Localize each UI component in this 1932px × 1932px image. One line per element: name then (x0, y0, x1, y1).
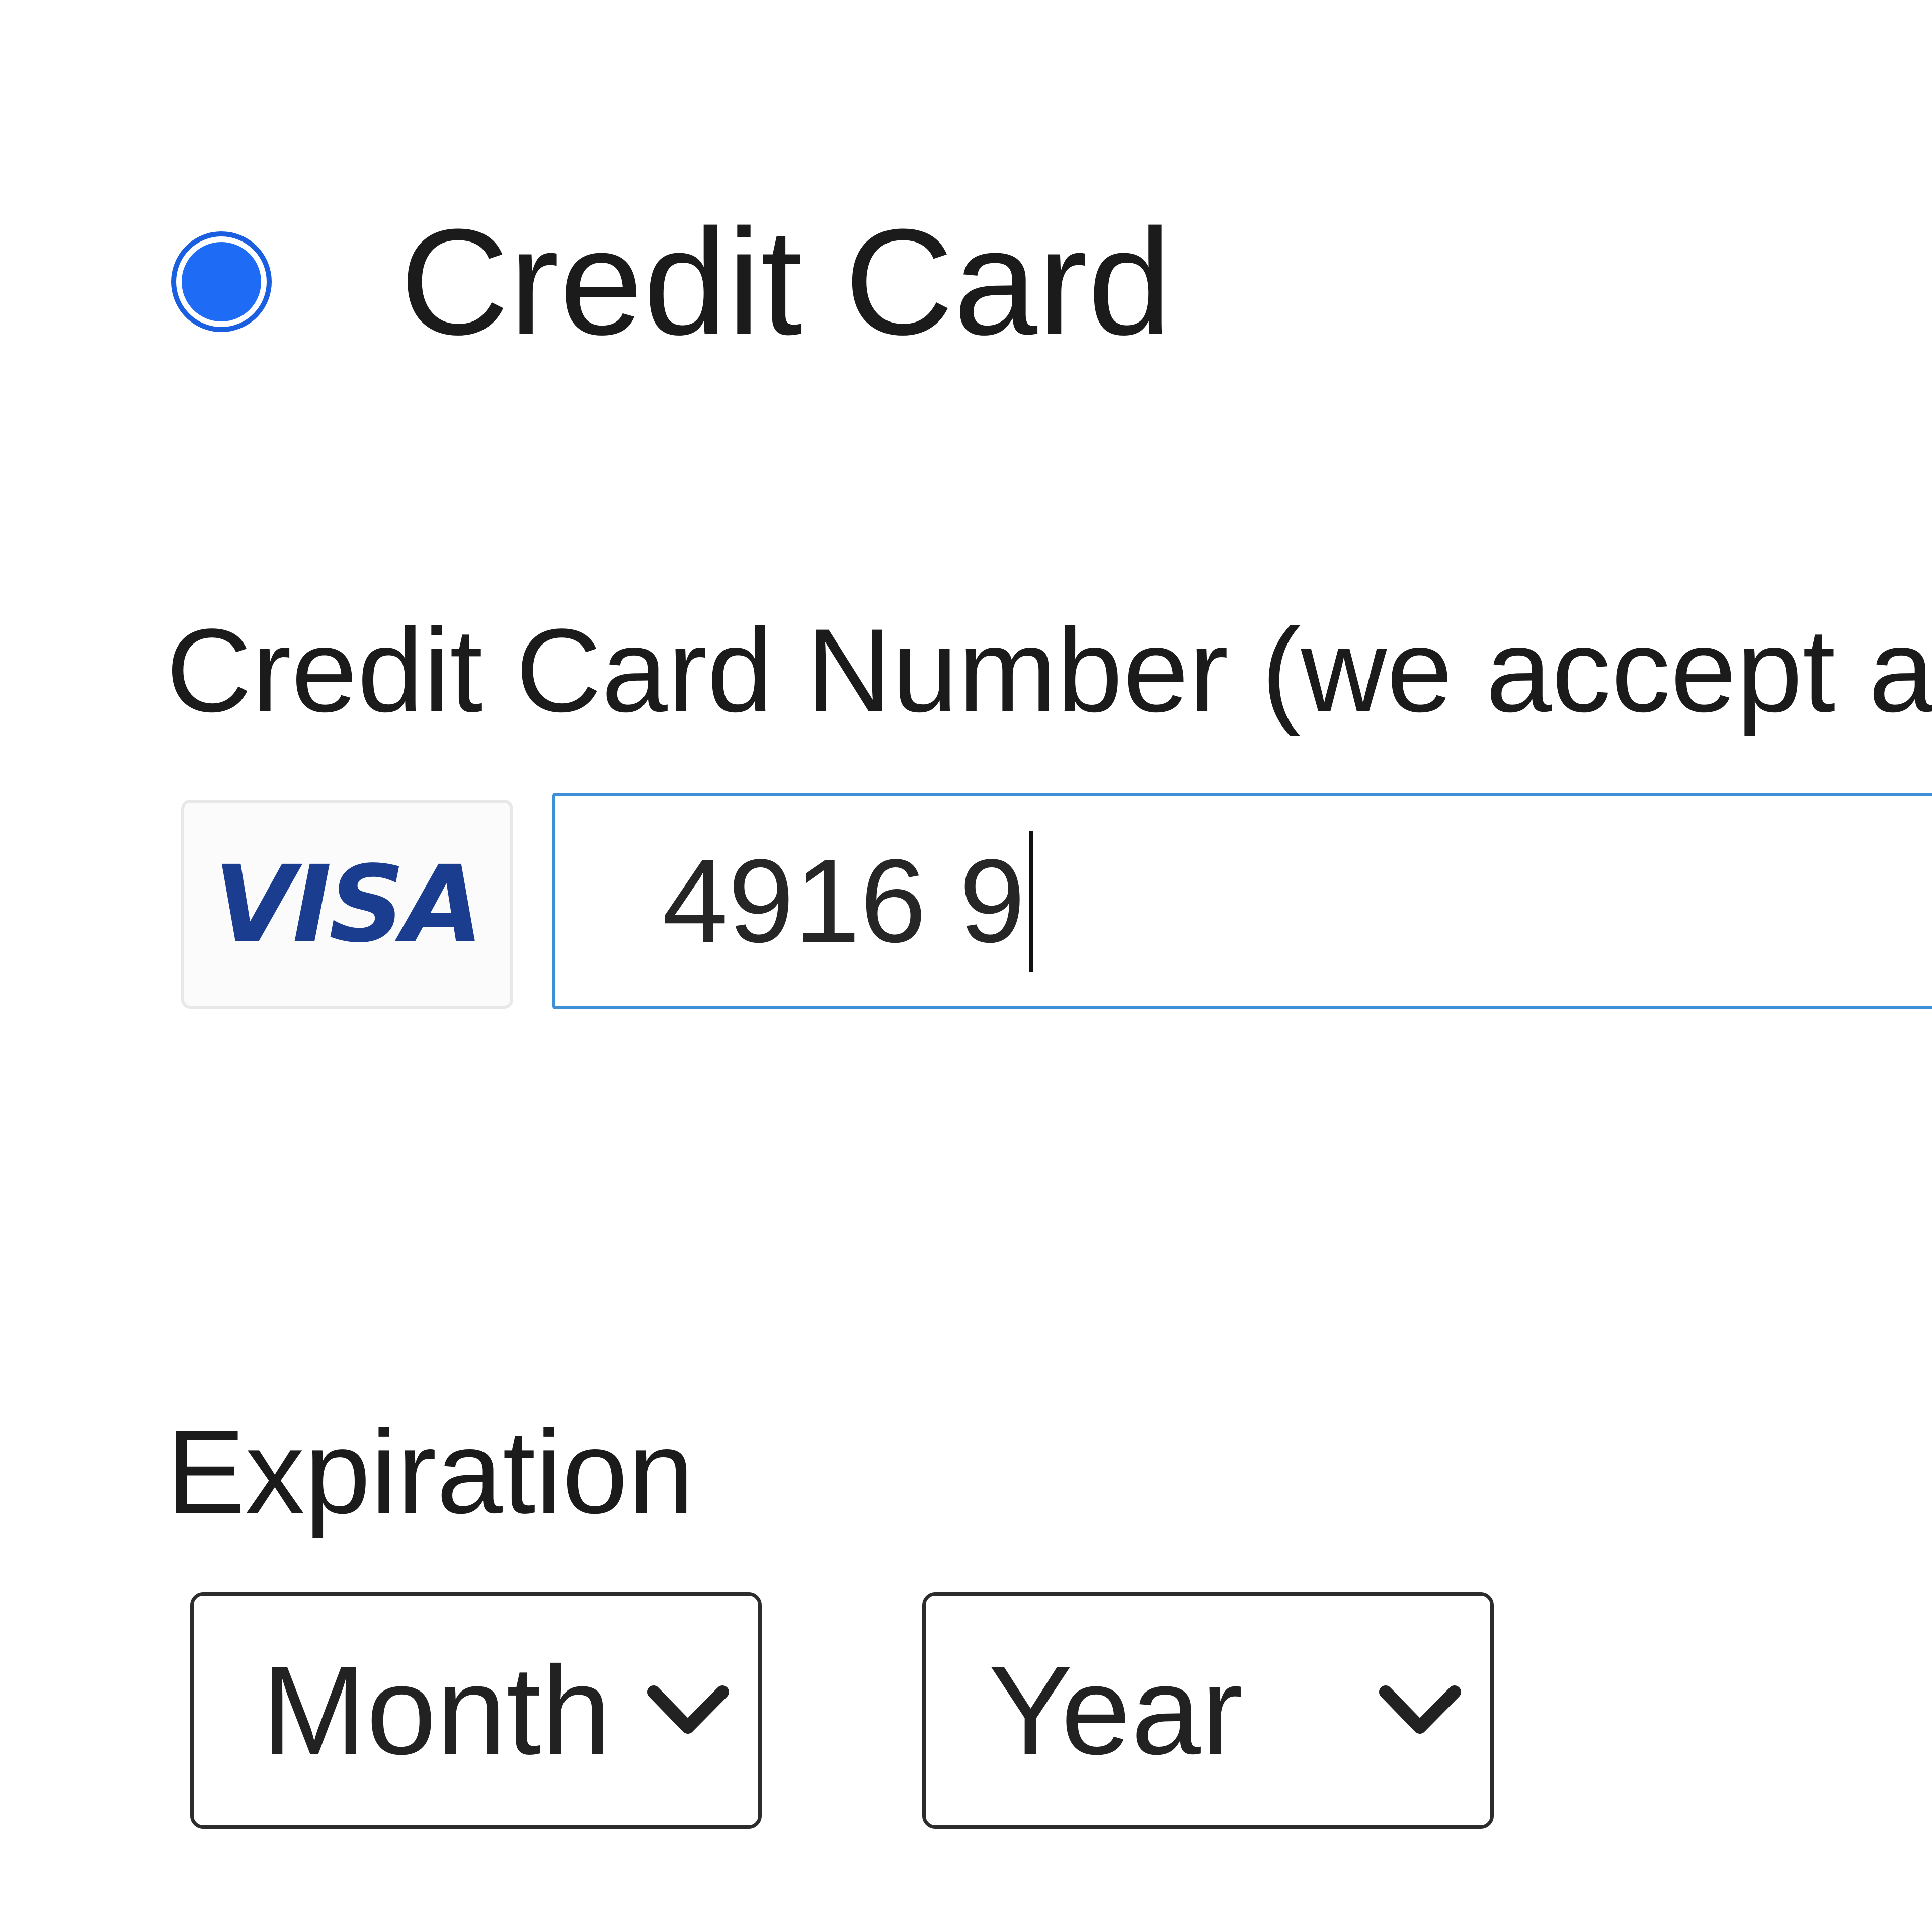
visa-logo-icon: VISA (205, 842, 484, 957)
chevron-down-icon (1379, 1685, 1461, 1734)
radio-selected-dot (182, 242, 261, 321)
expiration-year-select[interactable]: Year (922, 1592, 1494, 1829)
chevron-down-icon (647, 1685, 729, 1734)
card-number-input[interactable]: 4916 9 (552, 793, 1932, 1009)
card-brand-box: VISA (181, 800, 513, 1009)
text-caret (1029, 831, 1033, 972)
expiration-label: Expiration (166, 1406, 694, 1539)
card-number-label: Credit Card Number (we accept a (166, 604, 1932, 737)
credit-card-radio[interactable] (171, 231, 272, 332)
credit-card-option[interactable]: Credit Card (171, 206, 1172, 357)
card-number-value: 4916 9 (662, 835, 1025, 968)
visa-logo-text: VISA (213, 842, 484, 966)
expiration-month-select[interactable]: Month (190, 1592, 762, 1829)
year-select-value: Year (989, 1640, 1243, 1781)
month-select-value: Month (262, 1640, 611, 1781)
credit-card-option-label: Credit Card (400, 197, 1172, 366)
